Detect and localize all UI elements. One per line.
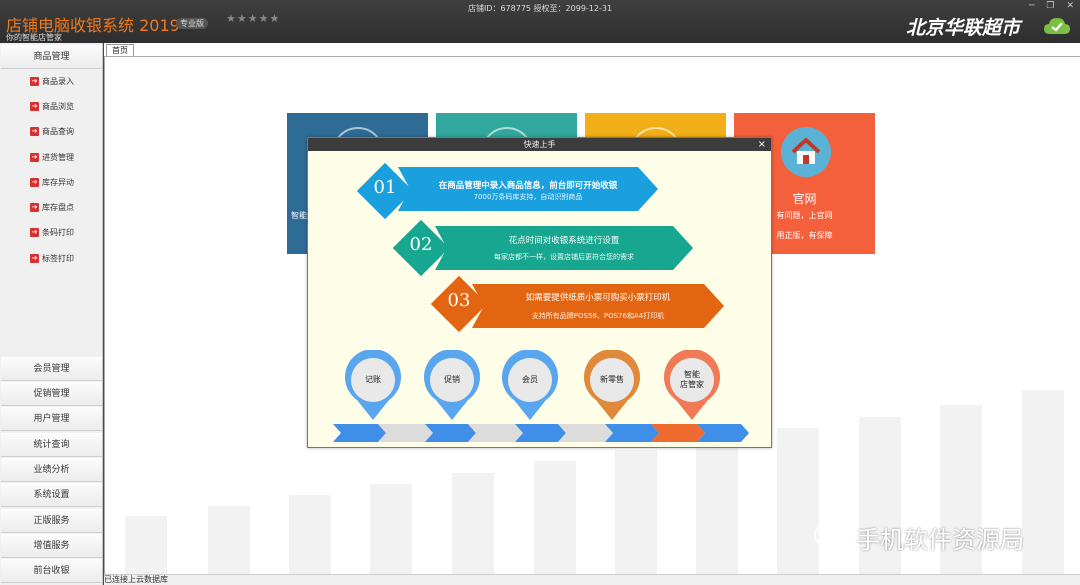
bg-bar: [615, 450, 657, 575]
dialog-close-button[interactable]: ×: [758, 138, 766, 151]
pin-smart-manager[interactable]: 智能 店管家: [662, 349, 722, 422]
sidebar-sub-label: 库存盘点: [42, 202, 74, 212]
step-number: 02: [409, 234, 433, 255]
pin-label: 记账: [365, 375, 381, 384]
step-2-line2: 每家店都不一样，设置店铺后更符合您的需求: [494, 253, 634, 261]
sidebar-sub-purchase[interactable]: ➔ 进货管理: [30, 150, 74, 164]
sidebar-sub-label: 条码打印: [42, 227, 74, 237]
sidebar-sub-goods-entry[interactable]: ➔ 商品录入: [30, 74, 74, 88]
bg-bar: [125, 516, 167, 575]
bg-bar: [452, 473, 494, 575]
pin-member[interactable]: 会员: [500, 349, 560, 422]
pin-label: 会员: [522, 375, 538, 384]
chevron: [468, 424, 523, 442]
step-1-line1: 在商品管理中录入商品信息，前台即可开始收银: [438, 181, 618, 191]
chevron: [378, 424, 433, 442]
step-number: 01: [373, 177, 397, 198]
step-2-line1: 花点时间对收银系统进行设置: [508, 236, 620, 246]
red-arrow-icon: ➔: [30, 101, 39, 111]
bg-bar: [696, 439, 738, 575]
sidebar-item-performance[interactable]: 业绩分析: [1, 458, 102, 482]
pin-new-retail[interactable]: 新零售: [582, 349, 642, 422]
sidebar-sub-label: 库存异动: [42, 177, 74, 187]
bg-bar: [208, 506, 250, 575]
step-3-banner: 如需要提供纸质小票可购买小票打印机 支持所有品牌POS58、POS76和A4打印…: [482, 284, 714, 328]
store-name: 北京华联超市: [906, 17, 1021, 39]
sidebar-sub-label-print[interactable]: ➔ 标签打印: [30, 251, 74, 265]
sidebar-item-genuine-service[interactable]: 正版服务: [1, 509, 102, 533]
red-arrow-icon: ➔: [30, 177, 39, 187]
sidebar-sub-stock-change[interactable]: ➔ 库存异动: [30, 175, 74, 189]
dialog-titlebar: 快速上手 ×: [308, 138, 771, 151]
bg-bar: [777, 428, 819, 575]
pin-promotion[interactable]: 促销: [422, 349, 482, 422]
title-bar: 店铺电脑收银系统 2019 专业版 ★★★★★ 你的智能店管家 店铺ID：678…: [0, 0, 1080, 43]
dialog-title: 快速上手: [523, 140, 556, 149]
window-controls: ─ ❐ ✕: [1029, 1, 1074, 11]
sidebar-item-goods-management[interactable]: 商品管理: [1, 45, 102, 69]
red-arrow-icon: ➔: [30, 227, 39, 237]
sidebar-sub-label: 商品浏览: [42, 101, 74, 111]
sidebar-sub-barcode-print[interactable]: ➔ 条码打印: [30, 225, 74, 239]
sidebar-item-statistics[interactable]: 统计查询: [1, 433, 102, 457]
quick-start-dialog: 快速上手 × 01 在商品管理中录入商品信息，前台即可开始收银 7000万条码库…: [307, 137, 772, 448]
sidebar-sub-goods-query[interactable]: ➔ 商品查询: [30, 124, 74, 138]
bg-bar: [534, 461, 576, 575]
watermark-text: 手机软件资源局: [856, 526, 1024, 554]
sidebar-sub-goods-browse[interactable]: ➔ 商品浏览: [30, 99, 74, 113]
bg-bar: [289, 495, 331, 575]
sidebar-item-front-cashier[interactable]: 前台收银: [1, 559, 102, 583]
sidebar-item-members[interactable]: 会员管理: [1, 357, 102, 381]
sidebar-sub-label: 商品查询: [42, 126, 74, 136]
red-arrow-icon: ➔: [30, 202, 39, 212]
chevron: [333, 424, 386, 442]
sidebar-sub-label: 进货管理: [42, 152, 74, 162]
sidebar-item-users[interactable]: 用户管理: [1, 407, 102, 431]
pin-label: 促销: [444, 375, 460, 384]
rating-stars: ★★★★★: [226, 12, 281, 25]
sidebar-item-settings[interactable]: 系统设置: [1, 483, 102, 507]
cloud-check-icon[interactable]: [1043, 16, 1071, 36]
close-window-button[interactable]: ✕: [1066, 1, 1074, 11]
sidebar-item-promotions[interactable]: 促销管理: [1, 382, 102, 406]
pin-label: 智能 店管家: [680, 370, 704, 389]
pin-bookkeeping[interactable]: 记账: [343, 349, 403, 422]
chevron: [605, 424, 659, 442]
step-3-line1: 如需要提供纸质小票可购买小票打印机: [525, 293, 671, 303]
bg-bar: [370, 484, 412, 575]
chevron: [558, 424, 613, 442]
red-arrow-icon: ➔: [30, 253, 39, 263]
tab-home[interactable]: 首页: [106, 44, 134, 56]
step-1-banner: 在商品管理中录入商品信息，前台即可开始收银 7000万条码库支持，自动识别商品: [408, 167, 648, 211]
store-info: 店铺ID：678775 授权至：2099-12-31: [467, 4, 613, 13]
wechat-icon: [814, 524, 849, 550]
restore-button[interactable]: ❐: [1046, 1, 1054, 11]
minimize-button[interactable]: ─: [1029, 1, 1034, 11]
sidebar-sub-label: 标签打印: [42, 253, 74, 263]
edition-badge: 专业版: [176, 18, 208, 29]
sidebar-sub-label: 商品录入: [42, 76, 74, 86]
step-1-line2: 7000万条码库支持，自动识别商品: [473, 193, 583, 201]
progress-chevrons: [333, 424, 749, 442]
house-icon: [781, 127, 831, 177]
bg-bar: [1022, 390, 1064, 575]
step-2-banner: 花点时间对收银系统进行设置 每家店都不一样，设置店铺后更符合您的需求: [445, 226, 683, 270]
red-arrow-icon: ➔: [30, 126, 39, 136]
step-number: 03: [447, 290, 471, 311]
chevron: [651, 424, 705, 442]
status-bar: 已连接上云数据库: [104, 574, 1080, 585]
pin-label: 新零售: [600, 375, 624, 384]
sidebar: 商品管理 ➔ 商品录入 ➔ 商品浏览 ➔ 商品查询 ➔ 进货管理 ➔ 库存异动 ➔ 库存盘点…: [0, 43, 103, 585]
step-3-line2: 支持所有品牌POS58、POS76和A4打印机: [531, 312, 665, 320]
red-arrow-icon: ➔: [30, 76, 39, 86]
red-arrow-icon: ➔: [30, 152, 39, 162]
sidebar-item-value-added[interactable]: 增值服务: [1, 534, 102, 558]
app-subtitle: 你的智能店管家: [6, 33, 62, 42]
sidebar-sub-stocktaking[interactable]: ➔ 库存盘点: [30, 200, 74, 214]
